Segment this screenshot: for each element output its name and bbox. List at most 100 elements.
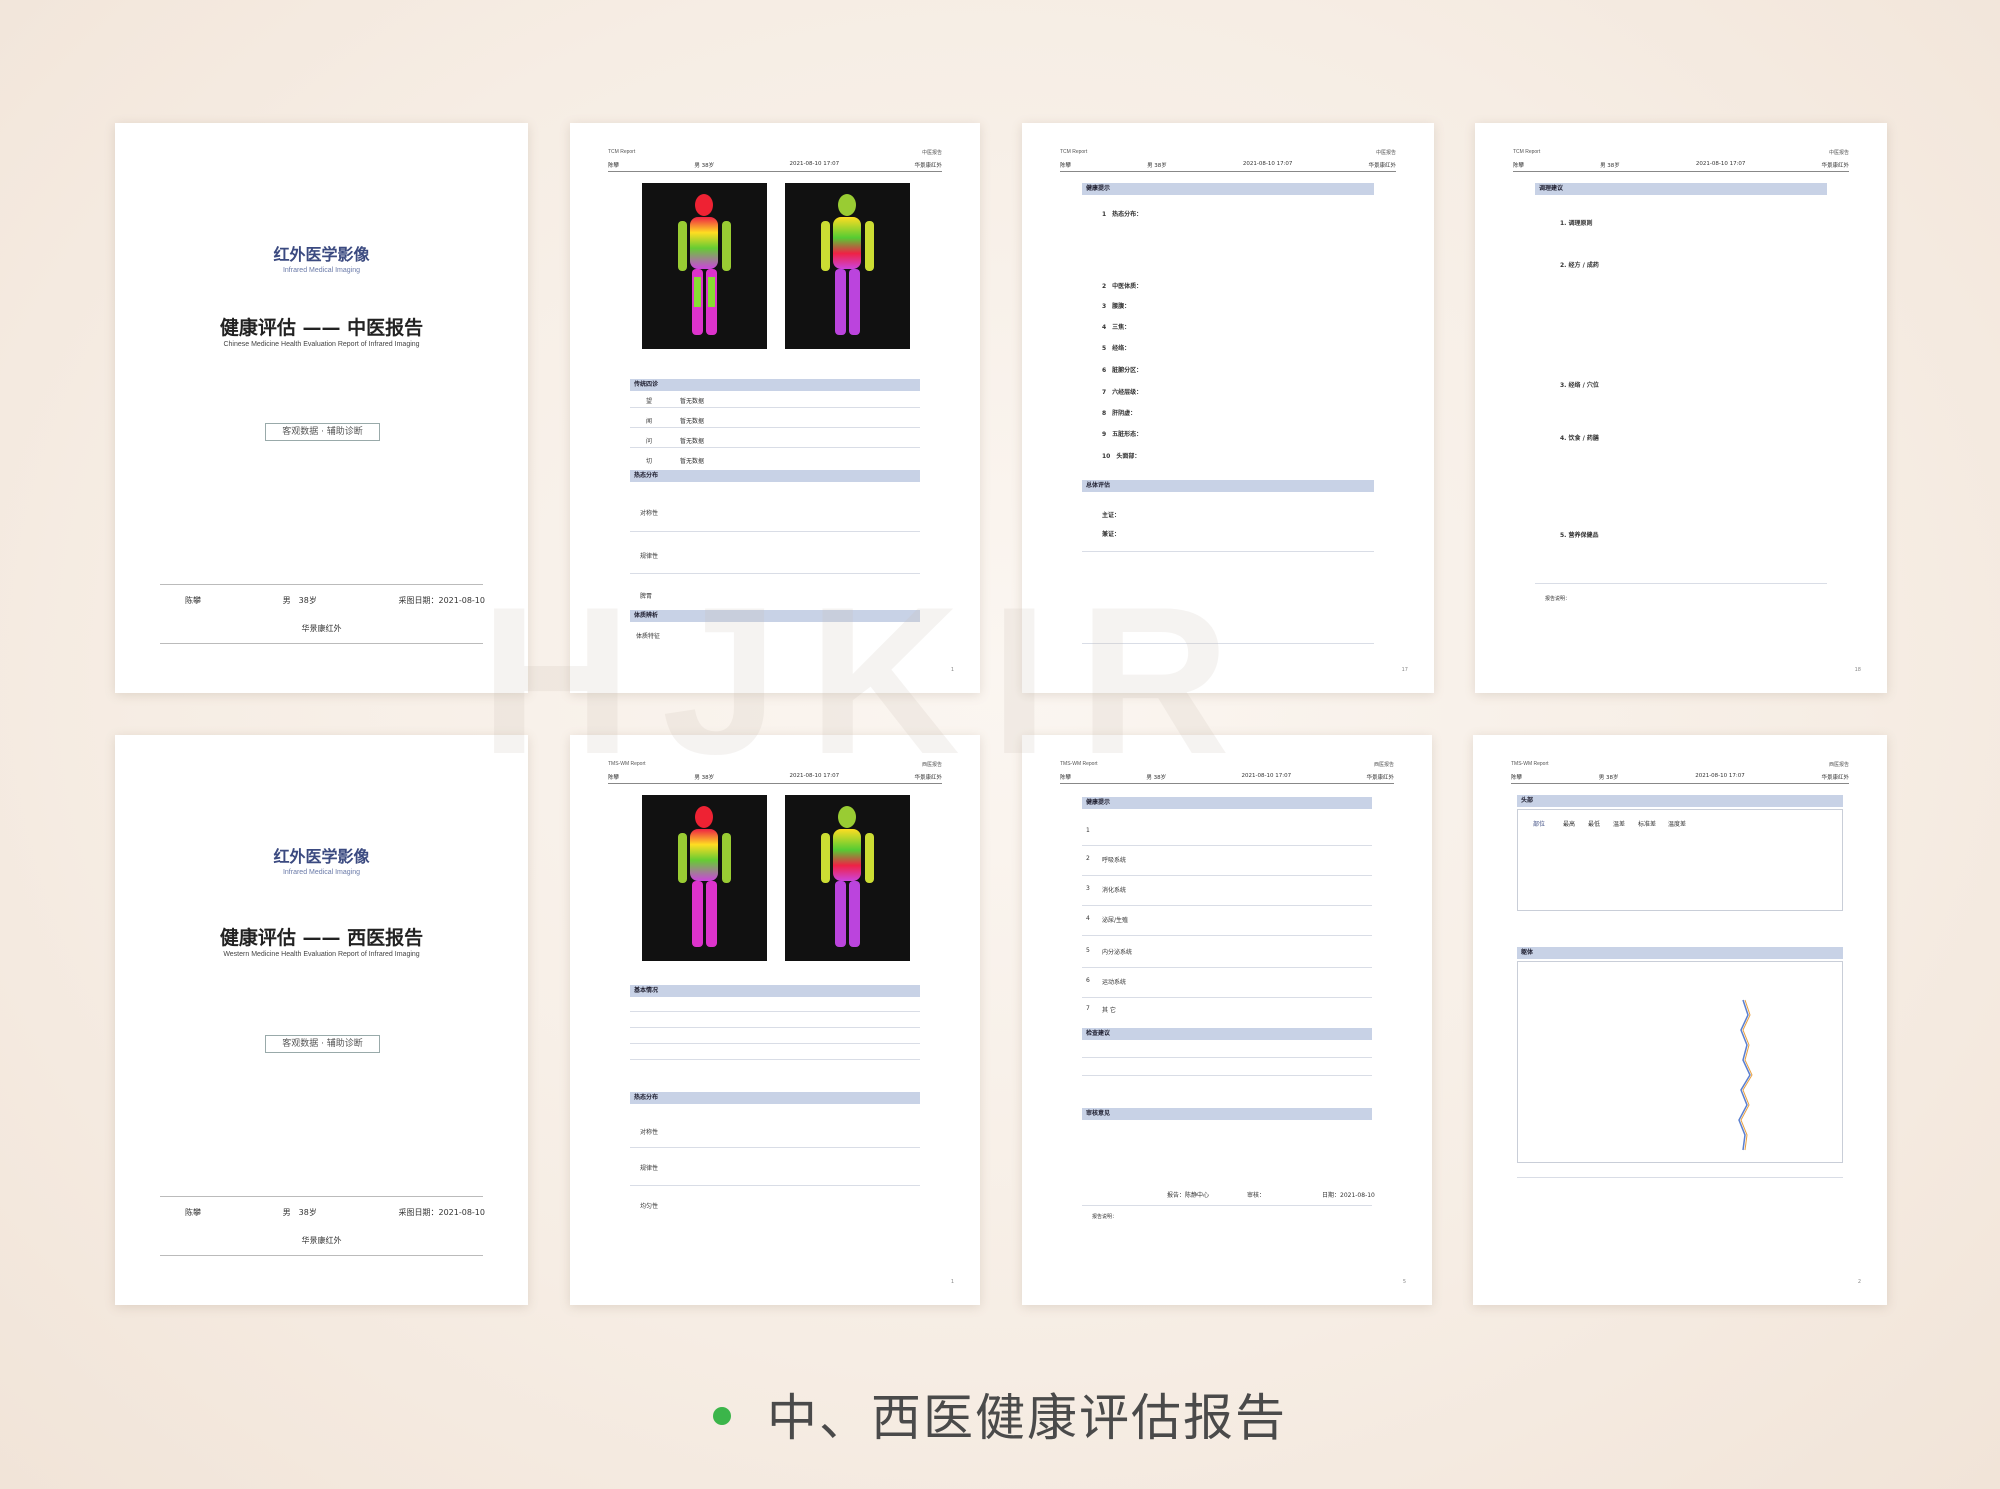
stamp: 客观数据 · 辅助诊断 (265, 1035, 380, 1053)
report-tag: TMS-WM Report (608, 761, 646, 767)
patient-header: 陈攀 男 38岁 2021-08-10 17:07 华景康红外 (1060, 773, 1394, 784)
hdr-date: 2021-08-10 17:07 (1242, 161, 1293, 167)
organization: 华景康红外 (301, 624, 342, 633)
report-note: 报告说明： (1545, 596, 1571, 602)
hdr-name: 陈攀 (608, 775, 620, 781)
hdr-org: 华景康红外 (1368, 163, 1396, 169)
hdr-date: 2021-08-10 17:07 (789, 773, 840, 779)
row-label: 运动系统 (1102, 979, 1127, 986)
hdr-name: 陈攀 (1513, 163, 1525, 169)
tip-item: 8 肝阴虚： (1102, 410, 1137, 417)
row-divider (1082, 1057, 1372, 1058)
row-label: 脾胃 (640, 593, 653, 600)
hdr-name: 陈攀 (1060, 163, 1072, 169)
row-divider (630, 531, 920, 532)
wm-page-thermal: TMS-WM Report 西医报告 陈攀 男 38岁 2021-08-10 1… (570, 735, 980, 1305)
report-tag-right: 西医报告 (921, 762, 942, 768)
report-tag-right: 中医报告 (1375, 150, 1396, 156)
section-advice: 调理建议 (1535, 183, 1827, 195)
advice-item: 4. 饮食 / 药膳 (1560, 435, 1599, 442)
row-divider (630, 1147, 920, 1148)
row-value: 暂无数据 (680, 458, 705, 465)
capture-date: 采图日期：2021-08-10 (398, 1208, 486, 1217)
col-header: 最低 (1588, 821, 1601, 828)
thermal-front (642, 183, 767, 349)
report-tag-right: 西医报告 (1373, 762, 1394, 768)
hdr-gender: 男 38岁 (1600, 163, 1620, 169)
thermal-back (785, 795, 910, 961)
tcm-page-tips: TCM Report 中医报告 陈攀 男 38岁 2021-08-10 17:0… (1022, 123, 1434, 693)
page-number: 18 (1854, 667, 1861, 673)
body-table (1517, 961, 1843, 1163)
patient-header: 陈攀 男 38岁 2021-08-10 17:07 华景康红外 (1060, 161, 1396, 172)
report-title: 健康评估 —— 中医报告 (219, 317, 424, 339)
page-header: TCM Report 中医报告 (608, 149, 942, 156)
thermal-images (642, 795, 910, 961)
tip-item: 7 六经层级： (1102, 389, 1143, 396)
row-index: 1 (1086, 827, 1090, 834)
divider (160, 1196, 483, 1197)
col-header: 标准差 (1638, 821, 1657, 828)
col-header: 温差 (1613, 821, 1626, 828)
section-overall: 总体评估 (1082, 480, 1374, 492)
report-tag: TMS-WM Report (1060, 761, 1098, 767)
hdr-org: 华景康红外 (914, 163, 942, 169)
report-tag-right: 中医报告 (921, 150, 942, 156)
page-header: TMS-WM Report 西医报告 (1511, 761, 1849, 768)
brand-cn: 红外医学影像 (273, 847, 370, 866)
page-number: 17 (1401, 667, 1408, 673)
page-header: TMS-WM Report 西医报告 (1060, 761, 1394, 768)
hdr-name: 陈攀 (1060, 775, 1072, 781)
col-header: 温度差 (1668, 821, 1687, 828)
report-tag: TMS-WM Report (1511, 761, 1549, 767)
report-subtitle: Western Medicine Health Evaluation Repor… (223, 951, 420, 958)
tip-item: 5 经络： (1102, 345, 1131, 352)
row-divider (630, 407, 920, 408)
patient-gender-age: 男 38岁 (282, 596, 317, 605)
report-tag: TCM Report (1060, 149, 1088, 155)
section-check-advice: 检查建议 (1082, 1028, 1372, 1040)
row-divider (630, 573, 920, 574)
hdr-date: 2021-08-10 17:07 (1695, 773, 1745, 779)
advice-item: 5. 营养保健品 (1560, 532, 1599, 539)
hdr-gender: 男 38岁 (694, 163, 715, 169)
patient-name: 陈攀 (185, 1208, 201, 1217)
patient-info: 陈攀 男 38岁 采图日期：2021-08-10 (185, 595, 485, 606)
stamp: 客观数据 · 辅助诊断 (265, 423, 380, 441)
divider (1082, 643, 1374, 644)
wm-cover-page: 红外医学影像 Infrared Medical Imaging 健康评估 —— … (115, 735, 528, 1305)
page-number: 1 (950, 1279, 954, 1285)
main-syndrome: 主证： (1102, 512, 1121, 519)
brand: 红外医学影像 Infrared Medical Imaging (115, 843, 528, 876)
hdr-date: 2021-08-10 17:07 (1695, 161, 1746, 167)
divider (1082, 1205, 1372, 1206)
row-label: 切 (646, 458, 653, 465)
row-label: 望 (646, 398, 653, 405)
hdr-org: 华景康红外 (914, 775, 942, 781)
row-label: 消化系统 (1102, 887, 1127, 894)
row-label: 问 (646, 438, 653, 445)
row-divider (630, 427, 920, 428)
col-header: 部位 (1533, 821, 1546, 828)
row-divider (1082, 967, 1372, 968)
row-label: 对称性 (640, 1129, 659, 1136)
row-divider (1082, 1075, 1372, 1076)
row-divider (1082, 997, 1372, 998)
advice-item: 2. 经方 / 成药 (1560, 262, 1599, 269)
report-tag: TCM Report (1513, 149, 1541, 155)
row-label: 其 它 (1102, 1007, 1116, 1014)
page-header: TMS-WM Report 西医报告 (608, 761, 942, 768)
section-constitution: 体质辨析 (630, 610, 920, 622)
row-value: 暂无数据 (680, 418, 705, 425)
page-number: 1 (950, 667, 954, 673)
caption-text: 中、西医健康评估报告 (767, 1389, 1287, 1447)
tip-item: 6 脏腑分区： (1102, 367, 1143, 374)
row-divider (630, 1059, 920, 1060)
report-sign: 报告：陈静中心 (1167, 1192, 1210, 1199)
patient-header: 陈攀 男 38岁 2021-08-10 17:07 华景康红外 (1511, 773, 1849, 784)
temperature-profile-chart (1738, 999, 1753, 1151)
brand-en: Infrared Medical Imaging (282, 869, 361, 876)
row-label: 体质特征 (636, 633, 661, 640)
page-header: TCM Report 中医报告 (1060, 149, 1396, 156)
patient-info: 陈攀 男 38岁 采图日期：2021-08-10 (185, 1207, 485, 1218)
